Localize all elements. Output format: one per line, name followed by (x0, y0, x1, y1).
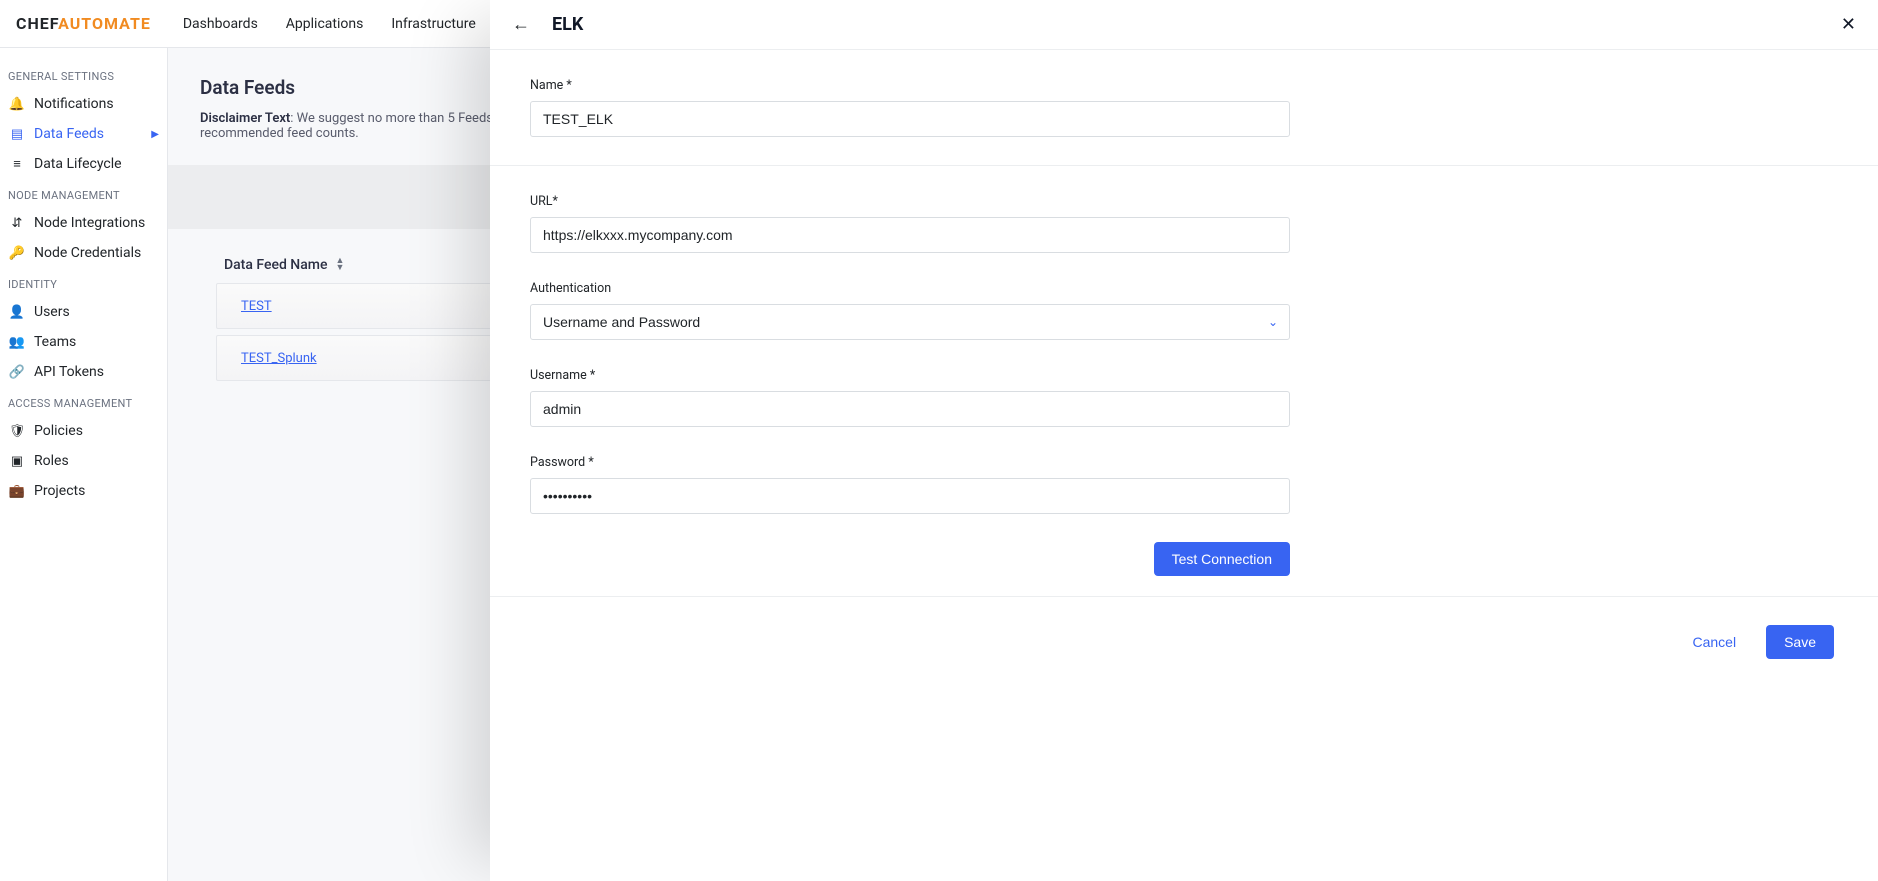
logo-chef: CHEF (16, 14, 58, 33)
sidebar-item-users[interactable]: 👤 Users (0, 297, 167, 327)
nav-applications[interactable]: Applications (286, 16, 364, 32)
feed-link[interactable]: TEST_Splunk (241, 351, 317, 366)
label-password: Password * (530, 455, 1290, 470)
sidebar-item-node-integrations[interactable]: ⇵ Node Integrations (0, 208, 167, 238)
sidebar-item-api-tokens[interactable]: 🔗 API Tokens (0, 357, 167, 387)
nav-dashboards[interactable]: Dashboards (183, 16, 258, 32)
sort-icon: ▲▼ (335, 258, 344, 272)
panel-title: ELK (552, 14, 583, 35)
panel-header: ← ELK ✕ (490, 0, 1878, 50)
sidebar-item-label: Node Credentials (34, 245, 141, 261)
sidebar-section-access: ACCESS MANAGEMENT (0, 387, 167, 416)
test-connection-button[interactable]: Test Connection (1154, 542, 1290, 576)
cancel-button[interactable]: Cancel (1674, 625, 1754, 659)
key-icon: 🔑 (8, 246, 26, 261)
label-username: Username * (530, 368, 1290, 383)
sidebar-item-data-feeds[interactable]: ▤ Data Feeds ▶ (0, 119, 167, 149)
username-field[interactable] (530, 391, 1290, 427)
sidebar-section-general: GENERAL SETTINGS (0, 60, 167, 89)
sidebar-item-roles[interactable]: ▣ Roles (0, 446, 167, 476)
divider (490, 596, 1878, 597)
sidebar-item-projects[interactable]: 💼 Projects (0, 476, 167, 506)
back-button[interactable]: ← (512, 14, 530, 35)
roles-icon: ▣ (8, 454, 26, 469)
sidebar-item-label: Data Feeds (34, 126, 104, 142)
logo-automate: AUTOMATE (58, 14, 151, 33)
url-field[interactable] (530, 217, 1290, 253)
sidebar-item-label: Teams (34, 334, 76, 350)
sidebar-item-label: Roles (34, 453, 69, 469)
sidebar-item-label: Node Integrations (34, 215, 145, 231)
label-url: URL* (530, 194, 1290, 209)
feed-link[interactable]: TEST (241, 299, 272, 314)
shield-icon: 🛡 (8, 424, 26, 439)
sidebar-section-node-mgmt: NODE MANAGEMENT (0, 179, 167, 208)
sidebar-item-label: API Tokens (34, 364, 104, 380)
sidebar-item-teams[interactable]: 👥 Teams (0, 327, 167, 357)
sidebar: GENERAL SETTINGS 🔔 Notifications ▤ Data … (0, 48, 168, 881)
label-name: Name * (530, 78, 1290, 93)
label-auth: Authentication (530, 281, 1290, 296)
integrations-icon: ⇵ (8, 216, 26, 231)
auth-select[interactable] (530, 304, 1290, 340)
password-field[interactable] (530, 478, 1290, 514)
sidebar-item-label: Notifications (34, 96, 114, 112)
slideover-panel: ← ELK ✕ Name * URL* Authentication ⌄ (490, 0, 1878, 881)
disclaimer-bold: Disclaimer Text (200, 111, 290, 126)
name-field[interactable] (530, 101, 1290, 137)
lifecycle-icon: ≡ (8, 156, 26, 172)
team-icon: 👥 (8, 335, 26, 350)
user-icon: 👤 (8, 305, 26, 320)
save-button[interactable]: Save (1766, 625, 1834, 659)
sidebar-item-label: Policies (34, 423, 83, 439)
column-header-name: Data Feed Name (224, 257, 327, 273)
nav-infrastructure[interactable]: Infrastructure (391, 16, 475, 32)
sidebar-item-label: Data Lifecycle (34, 156, 122, 172)
briefcase-icon: 💼 (8, 484, 26, 499)
logo: CHEFAUTOMATE (16, 14, 151, 33)
sidebar-item-data-lifecycle[interactable]: ≡ Data Lifecycle (0, 149, 167, 179)
sidebar-item-label: Users (34, 304, 70, 320)
chevron-right-icon: ▶ (151, 129, 159, 140)
feed-icon: ▤ (8, 127, 26, 142)
close-icon[interactable]: ✕ (1841, 14, 1856, 35)
sidebar-item-notifications[interactable]: 🔔 Notifications (0, 89, 167, 119)
token-icon: 🔗 (8, 365, 26, 380)
bell-icon: 🔔 (8, 97, 26, 112)
panel-body: Name * URL* Authentication ⌄ Username * (490, 50, 1878, 687)
divider (490, 165, 1878, 166)
sidebar-item-node-credentials[interactable]: 🔑 Node Credentials (0, 238, 167, 268)
sidebar-section-identity: IDENTITY (0, 268, 167, 297)
sidebar-item-policies[interactable]: 🛡 Policies (0, 416, 167, 446)
sidebar-item-label: Projects (34, 483, 85, 499)
